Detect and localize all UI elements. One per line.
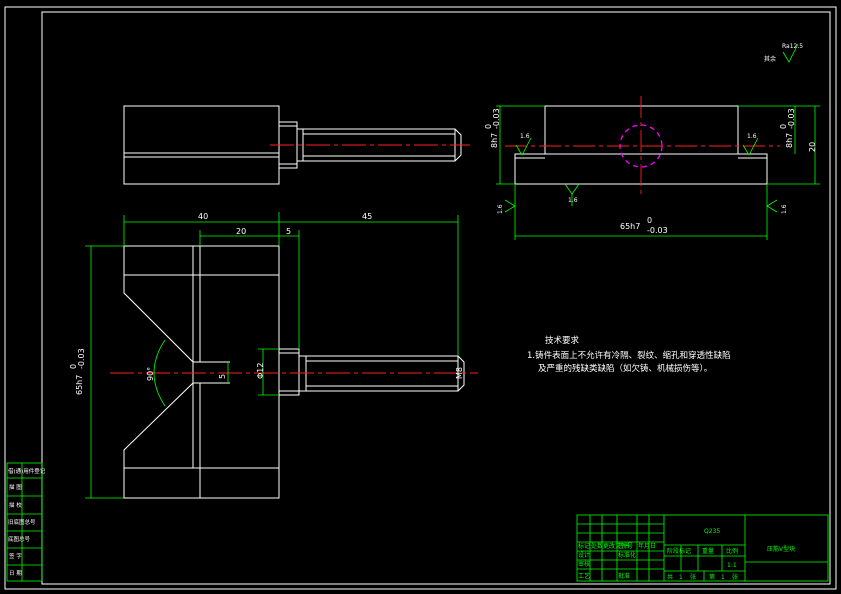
dim-8h7-left-lower: -0.03 xyxy=(492,108,501,129)
label-designer: 设计 xyxy=(578,551,590,559)
sheet-total: 1 xyxy=(679,574,683,581)
dim-65h7: 65h7 xyxy=(75,375,84,395)
label-count: 处数 xyxy=(591,542,603,550)
left-strip: 借(通)用件登记 描 图 描 校 旧底图总号 底图总号 签 字 日 期 xyxy=(6,462,46,582)
roughness-value: 1.6 xyxy=(520,133,530,140)
tech-req-line: 1.铸件表面上不允许有冷隔、裂纹、缩孔和穿透性缺陷 xyxy=(527,350,731,361)
label-date: 年月日 xyxy=(638,542,656,550)
side-view xyxy=(505,96,780,196)
roughness-value: 1.6 xyxy=(568,197,578,204)
dim-65h7-bottom-lower: -0.03 xyxy=(647,226,668,235)
dim-8h7-right: 8h7 xyxy=(785,133,794,148)
label-sheet-unit: 张 xyxy=(690,573,696,581)
dim-8h7-right-lower: -0.03 xyxy=(787,108,796,129)
dim-40: 40 xyxy=(198,212,208,221)
part-name: 压筋V型块 xyxy=(767,545,795,553)
tech-req-heading: 技术要求 xyxy=(545,335,580,346)
dim-8h7-left: 8h7 xyxy=(490,133,499,148)
left-strip-item: 描 图 xyxy=(9,483,22,491)
left-strip-item: 描 校 xyxy=(9,501,22,509)
dim-angle-90: 90° xyxy=(146,367,155,381)
dim-20-side: 20 xyxy=(808,142,817,152)
dim-45: 45 xyxy=(362,212,372,221)
label-stage-mark: 阶段标记 xyxy=(667,547,691,555)
label-standardization: 标准化 xyxy=(618,551,636,559)
label-approve: 批准 xyxy=(618,572,630,580)
label-signature: 签名 xyxy=(618,542,630,550)
label-weight: 重量 xyxy=(702,547,714,555)
dim-5: 5 xyxy=(286,227,291,236)
label-marking: 标记 xyxy=(578,542,590,550)
roughness-value: 1.6 xyxy=(497,204,504,214)
label-total: 共 xyxy=(667,573,673,581)
dim-65h7-bottom-upper: 0 xyxy=(647,216,652,225)
engineering-drawing: 借(通)用件登记 描 图 描 校 旧底图总号 底图总号 签 字 日 期 40 2… xyxy=(4,6,837,590)
roughness-symbols: Ra12.5 其余 1.6 1.6 1.6 1.6 1.6 xyxy=(497,43,803,214)
front-view-dimensions: 40 20 5 45 65h7 0 -0.03 90° 5 Φ12 M8 xyxy=(69,212,464,499)
dim-gap-5: 5 xyxy=(218,374,227,379)
side-view-dimensions: 8h7 0 -0.03 8h7 0 -0.03 20 65h7 0 -0.03 xyxy=(484,105,820,240)
title-block: Q235 压筋V型块 阶段标记 重量 比例 1:1 标记 处数 更改文件号 签名… xyxy=(576,514,829,582)
label-page: 第 xyxy=(709,573,715,581)
label-process: 工艺 xyxy=(578,572,590,580)
scale: 1:1 xyxy=(727,562,737,569)
left-strip-item: 签 字 xyxy=(9,552,22,560)
label-sheet-unit: 张 xyxy=(732,573,738,581)
dim-65h7-bottom: 65h7 xyxy=(620,222,640,231)
front-view xyxy=(110,245,478,499)
roughness-general: Ra12.5 xyxy=(782,43,803,50)
top-view xyxy=(123,105,470,185)
sheet-no: 1 xyxy=(721,574,725,581)
left-strip-item: 旧底图总号 xyxy=(8,518,36,526)
left-strip-item: 底图总号 xyxy=(8,535,31,543)
left-strip-item: 日 期 xyxy=(9,570,22,577)
dim-20: 20 xyxy=(236,227,246,236)
dim-m8: M8 xyxy=(455,367,464,379)
label-review: 审核 xyxy=(578,560,590,568)
material: Q235 xyxy=(704,528,720,535)
roughness-value: 1.6 xyxy=(781,204,788,214)
roughness-value: 1.6 xyxy=(747,133,757,140)
technical-requirements: 技术要求 1.铸件表面上不允许有冷隔、裂纹、缩孔和穿透性缺陷 及严重的残缺类缺陷… xyxy=(527,335,731,374)
dim-phi12: Φ12 xyxy=(256,363,265,379)
tech-req-line: 及严重的残缺类缺陷（如欠铸、机械损伤等）。 xyxy=(538,363,712,374)
left-strip-item: 借(通)用件登记 xyxy=(8,467,46,475)
dim-65h7-lower: -0.03 xyxy=(77,348,86,369)
roughness-general-note: 其余 xyxy=(764,55,776,63)
label-ratio: 比例 xyxy=(726,547,738,555)
